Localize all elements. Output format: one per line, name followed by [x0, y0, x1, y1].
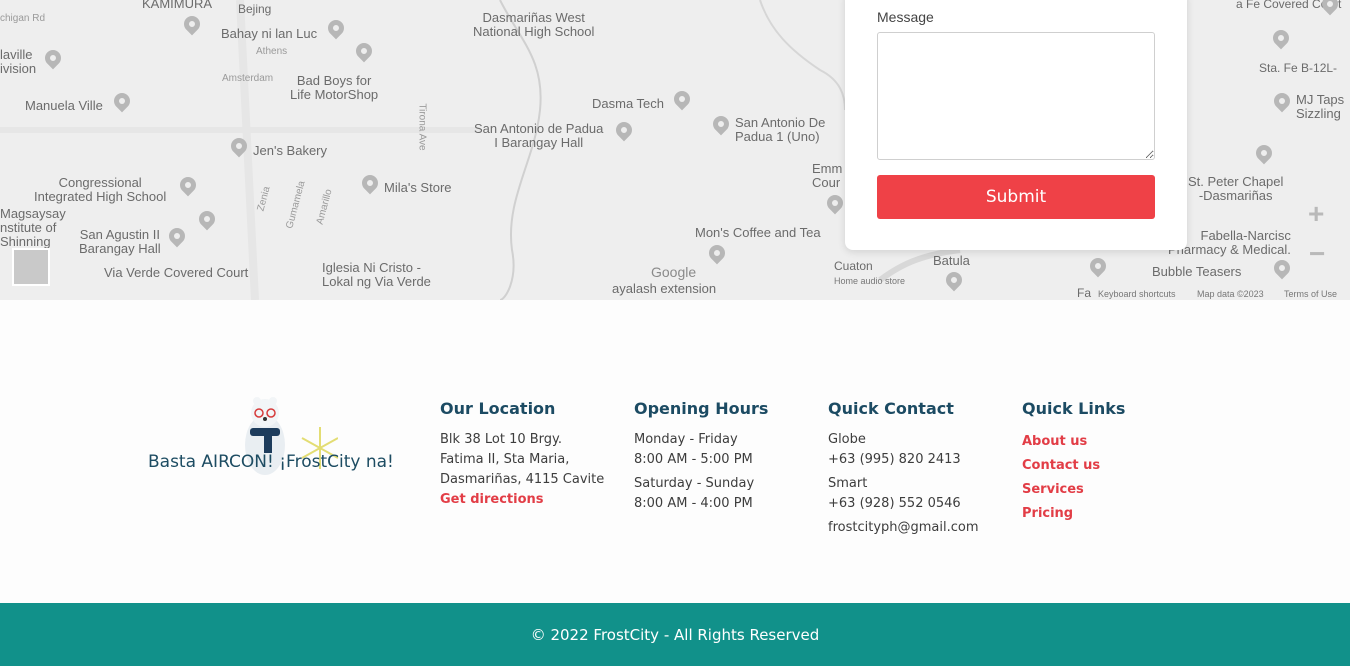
submit-button[interactable]: Submit [877, 175, 1155, 219]
address-line-3: Dasmariñas, 4115 Cavite [440, 472, 605, 487]
contact-form-card: Message Submit [845, 0, 1187, 250]
map-data-attribution: Map data ©2023 [1197, 289, 1264, 299]
map-label-dasma-tech: Dasma Tech [592, 96, 665, 111]
logo-text: Basta AIRCON! ¡FrostCity na! [148, 452, 394, 472]
smart-phone[interactable]: +63 (928) 552 0546 [828, 494, 979, 514]
message-label: Message [877, 9, 934, 25]
smart-label: Smart [828, 476, 868, 491]
map-label-san-agustin: San Agustin II Barangay Hall [79, 227, 161, 256]
contact-column: Quick Contact Globe +63 (995) 820 2413 S… [828, 399, 979, 538]
map-label-san-antonio-hall: San Antonio de Padua I Barangay Hall [474, 121, 604, 150]
street-view-thumbnail[interactable] [12, 248, 50, 286]
services-link[interactable]: Services [1022, 478, 1125, 502]
message-textarea[interactable] [877, 32, 1155, 160]
map-label-dasma-west: Dasmariñas West National High School [473, 10, 595, 39]
footer: Basta AIRCON! ¡FrostCity na! Our Locatio… [0, 300, 1350, 603]
map-label-iglesia: Iglesia Ni Cristo - Lokal ng Via Verde [322, 260, 431, 289]
globe-phone[interactable]: +63 (995) 820 2413 [828, 450, 979, 470]
location-column: Our Location Blk 38 Lot 10 Brgy. Fatima … [440, 399, 604, 510]
zoom-in-button[interactable]: + [1308, 198, 1324, 230]
frostcity-logo[interactable]: Basta AIRCON! ¡FrostCity na! [148, 395, 408, 485]
map-label-mj-taps: MJ Taps Sizzling [1296, 92, 1345, 121]
contact-heading: Quick Contact [828, 399, 954, 418]
map-label-bubble: Bubble Teasers [1152, 264, 1242, 279]
map-label-kamimura: KAMIMURA [142, 0, 213, 11]
contact-us-link[interactable]: Contact us [1022, 454, 1125, 478]
address-line-2: Fatima II, Sta Maria, [440, 452, 570, 467]
weekday-label: Monday - Friday [634, 432, 738, 447]
copyright-bar: © 2022 FrostCity - All Rights Reserved [0, 603, 1350, 666]
google-logo: Google [651, 264, 697, 280]
map-label-emm-court: Emm Cour [812, 161, 843, 190]
map-label-manuela: Manuela Ville [25, 98, 103, 113]
hours-heading: Opening Hours [634, 399, 769, 418]
quick-links-heading: Quick Links [1022, 399, 1126, 418]
map-label-st-peter: St. Peter Chapel -Dasmariñas [1188, 174, 1284, 203]
weekend-label: Saturday - Sunday [634, 476, 755, 491]
about-us-link[interactable]: About us [1022, 430, 1125, 454]
map-label-magsaysay: Magsaysay nstitute of Shinning [0, 206, 66, 249]
map-label-mons: Mon's Coffee and Tea [695, 225, 821, 240]
location-heading: Our Location [440, 399, 556, 418]
map-label-bejing: Bejing [238, 2, 272, 16]
map-label-laville: laville ivision [0, 47, 37, 76]
email-address[interactable]: frostcityph@gmail.com [828, 518, 979, 538]
copyright-text: © 2022 FrostCity - All Rights Reserved [530, 625, 820, 644]
map-label-fa: Fa [1077, 286, 1092, 300]
map-label-chigan-rd: chigan Rd [0, 13, 46, 24]
map-label-congressional: Congressional Integrated High School [34, 175, 167, 204]
map-label-batula: Batula [933, 253, 970, 268]
pricing-link[interactable]: Pricing [1022, 502, 1125, 526]
quick-links-column: Quick Links About us Contact us Services… [1022, 399, 1125, 526]
address-line-1: Blk 38 Lot 10 Brgy. [440, 432, 562, 447]
weekend-hours: 8:00 AM - 4:00 PM [634, 496, 753, 511]
zoom-out-button[interactable]: − [1309, 238, 1325, 270]
hours-column: Opening Hours Monday - Friday 8:00 AM - … [634, 399, 768, 514]
map-label-home-audio: Home audio store [834, 276, 906, 286]
map-label-athens: Athens [256, 46, 288, 57]
map-label-cuaton: Cuaton [834, 259, 873, 273]
terms-of-use-link[interactable]: Terms of Use [1284, 287, 1337, 300]
map-label-milas: Mila's Store [384, 180, 452, 195]
weekday-hours: 8:00 AM - 5:00 PM [634, 452, 753, 467]
globe-label: Globe [828, 432, 866, 447]
map-label-ayalash: ayalash extension [612, 281, 717, 296]
map-label-san-antonio-uno: San Antonio De Padua 1 (Uno) [735, 115, 826, 144]
map-label-amsterdam: Amsterdam [222, 73, 274, 84]
map-label-jens: Jen's Bakery [253, 143, 328, 158]
map-label-bahay: Bahay ni lan Luc [221, 26, 318, 41]
map-label-bad-boys: Bad Boys for Life MotorShop [290, 73, 379, 102]
map-label-sta-fe-b12: Sta. Fe B-12L- [1259, 61, 1338, 75]
keyboard-shortcuts-link[interactable]: Keyboard shortcuts [1098, 287, 1176, 300]
map-label-via-verde: Via Verde Covered Court [104, 265, 249, 280]
map-label-tirona: Tirona Ave [416, 103, 428, 151]
get-directions-link[interactable]: Get directions [440, 490, 604, 510]
